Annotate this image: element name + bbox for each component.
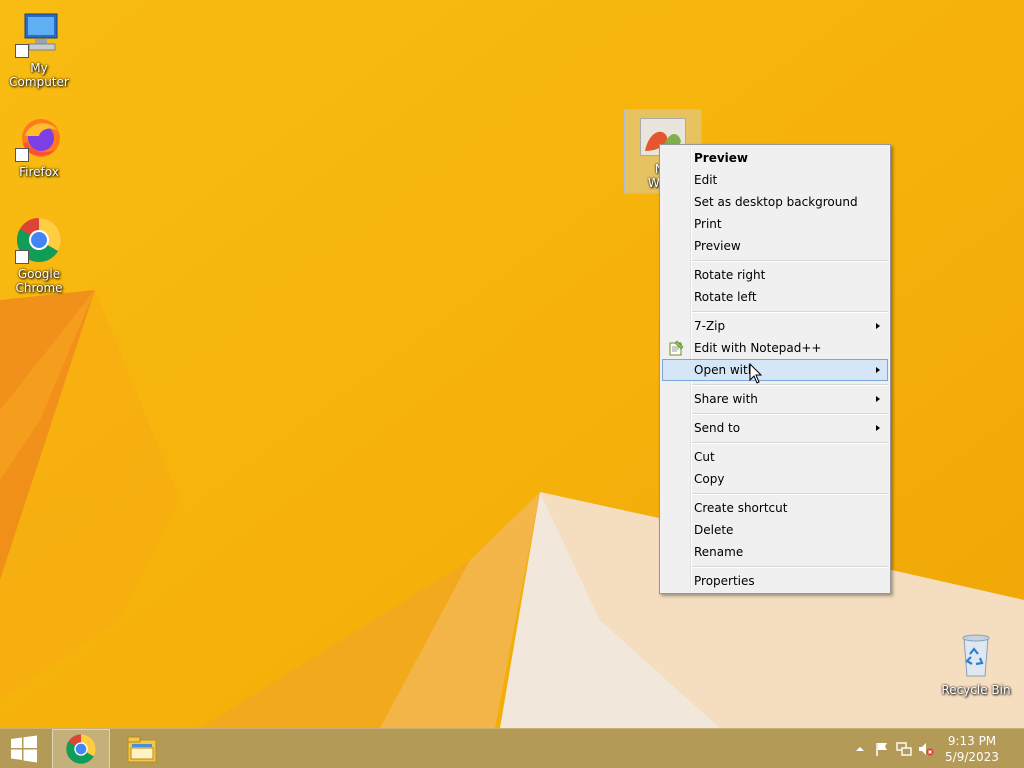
submenu-arrow-icon — [876, 323, 880, 329]
menu-item-label: Cut — [694, 450, 715, 464]
menu-item-label: Rename — [694, 545, 744, 559]
menu-item-share-with[interactable]: Share with — [662, 388, 888, 410]
desktop-icon-label: Firefox — [19, 165, 59, 179]
menu-item-label: Set as desktop background — [694, 195, 858, 209]
desktop-icon-recycle-bin[interactable]: Recycle Bin — [937, 632, 1015, 697]
context-menu: Preview Edit Set as desktop background P… — [659, 144, 891, 594]
menu-item-set-as-desktop-background[interactable]: Set as desktop background — [662, 191, 888, 213]
menu-item-label: Edit — [694, 173, 718, 187]
menu-item-rotate-right[interactable]: Rotate right — [662, 264, 888, 286]
desktop-icon-label: Recycle Bin — [941, 683, 1011, 697]
menu-separator — [692, 439, 888, 446]
menu-item-label: Print — [694, 217, 722, 231]
recycle-bin-icon — [962, 634, 990, 677]
menu-item-edit[interactable]: Edit — [662, 169, 888, 191]
menu-item-rename[interactable]: Rename — [662, 541, 888, 563]
menu-item-send-to[interactable]: Send to — [662, 417, 888, 439]
file-explorer-icon — [127, 736, 157, 763]
chrome-icon — [66, 734, 96, 764]
shortcut-arrow-icon — [15, 148, 29, 162]
menu-item-label: Edit with Notepad++ — [694, 341, 822, 355]
network-icon[interactable] — [896, 741, 912, 757]
taskbar: 9:13 PM 5/9/2023 — [0, 728, 1024, 768]
menu-item-label: Open with — [694, 363, 756, 377]
menu-item-label: Rotate right — [694, 268, 766, 282]
shortcut-arrow-icon — [15, 44, 29, 58]
start-button[interactable] — [0, 729, 48, 768]
menu-item-edit-with-notepad-plus-plus[interactable]: Edit with Notepad++ — [662, 337, 888, 359]
menu-item-label: Preview — [694, 151, 749, 165]
clock-time: 9:13 PM — [947, 734, 997, 748]
clock-date: 5/9/2023 — [945, 750, 999, 764]
action-center-flag-icon[interactable] — [874, 741, 890, 757]
submenu-arrow-icon — [876, 367, 880, 373]
menu-separator — [692, 257, 888, 264]
menu-item-cut[interactable]: Cut — [662, 446, 888, 468]
shortcut-arrow-icon — [15, 250, 29, 264]
menu-separator — [692, 563, 888, 570]
menu-item-open-with[interactable]: Open with — [662, 359, 888, 381]
menu-item-label: Create shortcut — [694, 501, 788, 515]
submenu-arrow-icon — [876, 396, 880, 402]
menu-separator — [692, 490, 888, 497]
desktop-icon-my-computer[interactable]: My Computer — [0, 10, 78, 89]
menu-item-create-shortcut[interactable]: Create shortcut — [662, 497, 888, 519]
menu-item-label: Properties — [694, 574, 755, 588]
menu-item-label: Rotate left — [694, 290, 757, 304]
menu-separator — [692, 308, 888, 315]
show-hidden-icons-chevron-icon[interactable] — [852, 741, 868, 757]
submenu-arrow-icon — [876, 425, 880, 431]
menu-item-label: Preview — [694, 239, 741, 253]
menu-item-label: Delete — [694, 523, 734, 537]
taskbar-button-google-chrome[interactable] — [52, 729, 110, 768]
system-tray: 9:13 PM 5/9/2023 — [844, 729, 1024, 768]
menu-separator — [692, 410, 888, 417]
menu-item-label: 7-Zip — [694, 319, 726, 333]
desktop-icon-label: Google Chrome — [15, 267, 63, 295]
volume-muted-icon[interactable] — [918, 741, 934, 757]
mouse-cursor-icon — [749, 363, 763, 384]
desktop-icon-label: My Computer — [9, 61, 69, 89]
menu-item-properties[interactable]: Properties — [662, 570, 888, 592]
notepad-plus-plus-icon — [669, 340, 684, 356]
menu-separator — [692, 381, 888, 388]
menu-item-label: Copy — [694, 472, 725, 486]
menu-item-rotate-left[interactable]: Rotate left — [662, 286, 888, 308]
menu-item-print[interactable]: Print — [662, 213, 888, 235]
menu-item-7-zip[interactable]: 7-Zip — [662, 315, 888, 337]
windows-logo-icon — [11, 735, 37, 763]
taskbar-clock[interactable]: 9:13 PM 5/9/2023 — [942, 733, 1002, 765]
menu-item-label: Share with — [694, 392, 758, 406]
desktop-icon-google-chrome[interactable]: Google Chrome — [0, 216, 78, 295]
menu-item-preview[interactable]: Preview — [662, 235, 888, 257]
menu-item-delete[interactable]: Delete — [662, 519, 888, 541]
menu-item-label: Send to — [694, 421, 741, 435]
menu-item-copy[interactable]: Copy — [662, 468, 888, 490]
taskbar-button-file-explorer[interactable] — [113, 729, 171, 768]
desktop-icon-firefox[interactable]: Firefox — [0, 114, 78, 179]
menu-item-preview-default[interactable]: Preview — [662, 147, 888, 169]
